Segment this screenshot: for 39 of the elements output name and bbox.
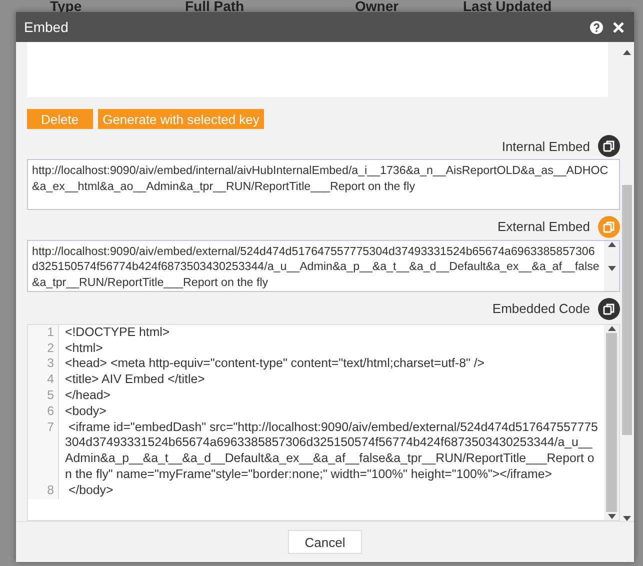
code-line: <html> bbox=[64, 340, 104, 356]
copy-icon bbox=[603, 140, 615, 152]
code-line: <!DOCTYPE html> bbox=[64, 324, 171, 341]
copy-icon bbox=[603, 220, 615, 233]
column-header: Full Path bbox=[185, 0, 246, 12]
section-label: Embedded Code bbox=[492, 301, 590, 316]
code-line: <head> <meta http-equiv="content-type" content="text/html;charset=utf-8" /> bbox=[64, 356, 486, 372]
copy-button[interactable] bbox=[598, 135, 620, 157]
scroll-up-arrow-icon[interactable] bbox=[608, 326, 616, 331]
code-line: <title> AIV Embed </title> bbox=[64, 372, 206, 388]
line-number: 4 bbox=[28, 372, 59, 388]
line-number: 2 bbox=[28, 340, 59, 356]
code-line: <body> bbox=[64, 404, 108, 420]
scrollbar[interactable] bbox=[604, 324, 619, 520]
external-embed-field[interactable]: http://localhost:9090/aiv/embed/external/524d474d517647557775304d37493331524b65674a6963385857306d325150574f56774b424f6873503430253344/a_u__Admin&a_p__&a_t__&a_d__Default&a_ex__&a_af__false&a_tpr__RUN/ReportTitle___Report on the fly bbox=[27, 240, 620, 292]
line-number: 1 bbox=[28, 324, 59, 341]
scroll-down-arrow-icon[interactable] bbox=[608, 266, 616, 271]
code-line: <iframe id="embedDash" src="http://localhost:9090/aiv/embed/external/524d474d517647557775304d37493331524b65674a6963385857306d325150574f56774b424f6873503430253344/a_u__Admin&a_p__&a_t__&a_d__Default&a_ex__&a_af__false&a_tpr__RUN/ReportTitle___Report on the fly" name="myFrame"style="border:none;" width="100%" height="100%"></iframe> bbox=[64, 420, 599, 483]
help-icon[interactable] bbox=[590, 20, 603, 34]
line-number: 8 bbox=[28, 482, 59, 499]
code-line: </head> bbox=[64, 388, 112, 404]
line-number: 5 bbox=[28, 388, 59, 404]
internal-embed-field[interactable]: http://localhost:9090/aiv/embed/internal/aivHubInternalEmbed/a_i__1736&a_n__AisReportOLD&a_as__ADHOC&a_ex__html&a_ao__Admin&a_tpr__RUN/ReportTitle___Report on the fly bbox=[27, 159, 620, 210]
section-label: External Embed bbox=[498, 219, 590, 234]
scroll-up-arrow-icon[interactable] bbox=[608, 242, 616, 247]
close-icon[interactable] bbox=[613, 22, 624, 32]
line-number: 6 bbox=[28, 404, 59, 420]
column-header: Last Updated bbox=[463, 0, 553, 12]
dialog-title: Embed bbox=[24, 19, 70, 35]
scroll-up-arrow-icon[interactable] bbox=[623, 50, 631, 55]
line-number: 7 bbox=[28, 420, 59, 483]
line-number: 3 bbox=[28, 356, 59, 372]
copy-icon bbox=[603, 302, 615, 315]
copy-button[interactable] bbox=[598, 298, 620, 320]
scrollbar[interactable] bbox=[604, 240, 619, 291]
section-label: Internal Embed bbox=[502, 138, 590, 154]
code-line: </body> bbox=[67, 482, 114, 499]
cancel-button[interactable]: Cancel bbox=[288, 530, 362, 554]
column-header: Owner bbox=[355, 0, 400, 12]
